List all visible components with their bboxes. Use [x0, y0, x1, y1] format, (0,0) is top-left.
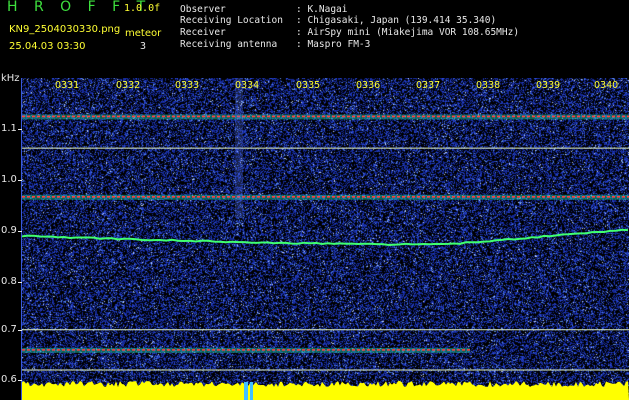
version-label: 1.0.0f	[124, 3, 161, 14]
receiver-value: : AirSpy mini (Miakejima VOR 108.65MHz)	[296, 27, 520, 38]
timestamp: 25.04.03 03:30	[9, 41, 86, 52]
spectrogram-overlay	[22, 78, 629, 400]
meteor-echo	[235, 78, 243, 218]
location-label: Receiving Location	[180, 15, 283, 26]
y-tick-label: 0.6	[1, 374, 17, 385]
y-tick-label: 1.0	[1, 174, 17, 185]
baseline-marker	[250, 382, 253, 400]
meteor-count-label: meteor	[125, 28, 162, 39]
meteor-count-value: 3	[140, 41, 147, 52]
x-tick-label: 0333	[175, 80, 200, 91]
location-value: : Chigasaki, Japan (139.414 35.340)	[296, 15, 497, 26]
baseline-band	[22, 381, 629, 400]
x-tick-label: 0338	[476, 80, 501, 91]
x-tick-label: 0339	[536, 80, 561, 91]
file-name: KN9_2504030330.png	[9, 24, 121, 35]
antenna-label: Receiving antenna	[180, 39, 278, 50]
y-axis-unit: kHz	[1, 73, 20, 84]
antenna-value: : Maspro FM-3	[296, 39, 371, 50]
x-tick-label: 0337	[416, 80, 441, 91]
x-tick-label: 0336	[356, 80, 381, 91]
y-tick-label: 0.9	[1, 225, 17, 236]
drifting-signal-trace	[22, 228, 629, 246]
spectrogram-plot	[22, 78, 629, 400]
y-tick-label: 1.1	[1, 123, 17, 134]
baseline-marker	[244, 382, 248, 400]
x-tick-label: 0340	[594, 80, 619, 91]
x-tick-label: 0335	[296, 80, 321, 91]
y-tick-label: 0.7	[1, 324, 17, 335]
receiver-label: Receiver	[180, 27, 226, 38]
x-tick-label: 0334	[235, 80, 260, 91]
x-tick-label: 0331	[55, 80, 80, 91]
x-tick-label: 0332	[116, 80, 141, 91]
y-tick-label: 0.8	[1, 276, 17, 287]
